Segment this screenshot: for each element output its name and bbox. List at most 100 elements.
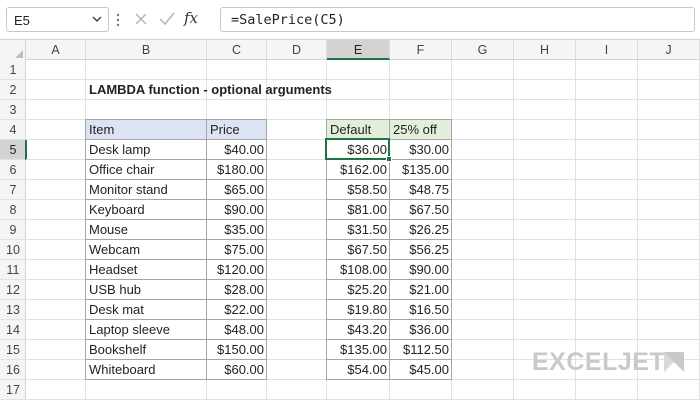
row-header-9[interactable]: 9 — [0, 220, 26, 240]
default-price-cell[interactable]: $43.20 — [327, 320, 390, 340]
default-price-cell[interactable]: $58.50 — [327, 180, 390, 200]
default-price-cell[interactable]: $108.00 — [327, 260, 390, 280]
discount-price-cell[interactable]: $21.00 — [390, 280, 452, 300]
gridline — [513, 60, 514, 400]
item-cell[interactable]: Headset — [86, 260, 207, 280]
price-cell[interactable]: $65.00 — [207, 180, 267, 200]
chevron-down-icon[interactable] — [90, 12, 104, 26]
formula-text: =SalePrice(C5) — [231, 12, 345, 28]
item-cell[interactable]: Mouse — [86, 220, 207, 240]
row-header-2[interactable]: 2 — [0, 80, 26, 100]
discount-price-cell[interactable]: $26.25 — [390, 220, 452, 240]
item-cell[interactable]: Laptop sleeve — [86, 320, 207, 340]
discount-price-cell[interactable]: $48.75 — [390, 180, 452, 200]
item-cell[interactable]: Monitor stand — [86, 180, 207, 200]
item-cell[interactable]: Desk lamp — [86, 140, 207, 160]
table-row-line — [85, 319, 267, 320]
table-row-line — [326, 199, 452, 200]
drag-handle-icon[interactable] — [116, 12, 120, 28]
row-header-16[interactable]: 16 — [0, 360, 26, 380]
discount-price-cell[interactable]: $112.50 — [390, 340, 452, 360]
header-item[interactable]: Item — [86, 120, 207, 140]
price-cell[interactable]: $180.00 — [207, 160, 267, 180]
default-price-cell[interactable]: $54.00 — [327, 360, 390, 380]
discount-price-cell[interactable]: $135.00 — [390, 160, 452, 180]
row-header-11[interactable]: 11 — [0, 260, 26, 280]
table-row-line — [85, 179, 267, 180]
item-cell[interactable]: USB hub — [86, 280, 207, 300]
table-row-line — [85, 359, 267, 360]
price-cell[interactable]: $75.00 — [207, 240, 267, 260]
price-cell[interactable]: $28.00 — [207, 280, 267, 300]
discount-price-cell[interactable]: $90.00 — [390, 260, 452, 280]
header-default[interactable]: Default — [327, 120, 390, 140]
discount-price-cell[interactable]: $45.00 — [390, 360, 452, 380]
item-cell[interactable]: Office chair — [86, 160, 207, 180]
enter-check-icon[interactable] — [158, 11, 176, 27]
column-header-f[interactable]: F — [390, 40, 452, 60]
column-header-c[interactable]: C — [207, 40, 267, 60]
price-cell[interactable]: $60.00 — [207, 360, 267, 380]
item-cell[interactable]: Whiteboard — [86, 360, 207, 380]
row-header-3[interactable]: 3 — [0, 100, 26, 120]
item-cell[interactable]: Desk mat — [86, 300, 207, 320]
discount-price-cell[interactable]: $36.00 — [390, 320, 452, 340]
column-header-g[interactable]: G — [452, 40, 514, 60]
item-cell[interactable]: Keyboard — [86, 200, 207, 220]
column-header-d[interactable]: D — [267, 40, 327, 60]
column-header-a[interactable]: A — [26, 40, 86, 60]
table-row-line — [85, 139, 267, 140]
logo-text: EXCELJET — [532, 348, 666, 376]
header-price[interactable]: Price — [207, 120, 267, 140]
column-header-e[interactable]: E — [327, 40, 390, 60]
price-cell[interactable]: $150.00 — [207, 340, 267, 360]
item-cell[interactable]: Webcam — [86, 240, 207, 260]
formula-input[interactable]: =SalePrice(C5) — [220, 7, 695, 32]
default-price-cell[interactable]: $135.00 — [327, 340, 390, 360]
active-cell-selection[interactable] — [325, 138, 390, 160]
price-cell[interactable]: $120.00 — [207, 260, 267, 280]
default-price-cell[interactable]: $162.00 — [327, 160, 390, 180]
table-row-line — [85, 219, 267, 220]
item-cell[interactable]: Bookshelf — [86, 340, 207, 360]
row-header-12[interactable]: 12 — [0, 280, 26, 300]
row-header-7[interactable]: 7 — [0, 180, 26, 200]
price-cell[interactable]: $90.00 — [207, 200, 267, 220]
row-header-1[interactable]: 1 — [0, 60, 26, 80]
sheet-title[interactable]: LAMBDA function - optional arguments — [86, 80, 386, 100]
cancel-icon[interactable] — [133, 11, 149, 27]
price-cell[interactable]: $40.00 — [207, 140, 267, 160]
select-all-button[interactable] — [0, 40, 26, 60]
row-header-15[interactable]: 15 — [0, 340, 26, 360]
fill-handle[interactable] — [386, 156, 392, 162]
price-cell[interactable]: $22.00 — [207, 300, 267, 320]
row-header-8[interactable]: 8 — [0, 200, 26, 220]
column-header-i[interactable]: I — [576, 40, 638, 60]
row-header-6[interactable]: 6 — [0, 160, 26, 180]
row-header-17[interactable]: 17 — [0, 380, 26, 400]
column-header-j[interactable]: J — [638, 40, 700, 60]
default-price-cell[interactable]: $31.50 — [327, 220, 390, 240]
discount-price-cell[interactable]: $67.50 — [390, 200, 452, 220]
column-header-b[interactable]: B — [86, 40, 207, 60]
discount-price-cell[interactable]: $56.25 — [390, 240, 452, 260]
default-price-cell[interactable]: $67.50 — [327, 240, 390, 260]
default-price-cell[interactable]: $81.00 — [327, 200, 390, 220]
row-header-10[interactable]: 10 — [0, 240, 26, 260]
row-header-13[interactable]: 13 — [0, 300, 26, 320]
discount-price-cell[interactable]: $30.00 — [390, 140, 452, 160]
price-cell[interactable]: $48.00 — [207, 320, 267, 340]
discount-price-cell[interactable]: $16.50 — [390, 300, 452, 320]
table-row-line — [326, 219, 452, 220]
name-box[interactable]: E5 — [6, 7, 109, 32]
formula-bar: E5 fx =SalePrice(C5) — [0, 0, 700, 40]
default-price-cell[interactable]: $25.20 — [327, 280, 390, 300]
header-25-off[interactable]: 25% off — [390, 120, 452, 140]
price-cell[interactable]: $35.00 — [207, 220, 267, 240]
default-price-cell[interactable]: $19.80 — [327, 300, 390, 320]
row-header-4[interactable]: 4 — [0, 120, 26, 140]
insert-function-button[interactable]: fx — [184, 9, 198, 27]
column-header-h[interactable]: H — [514, 40, 576, 60]
row-header-5[interactable]: 5 — [0, 140, 27, 160]
row-header-14[interactable]: 14 — [0, 320, 26, 340]
